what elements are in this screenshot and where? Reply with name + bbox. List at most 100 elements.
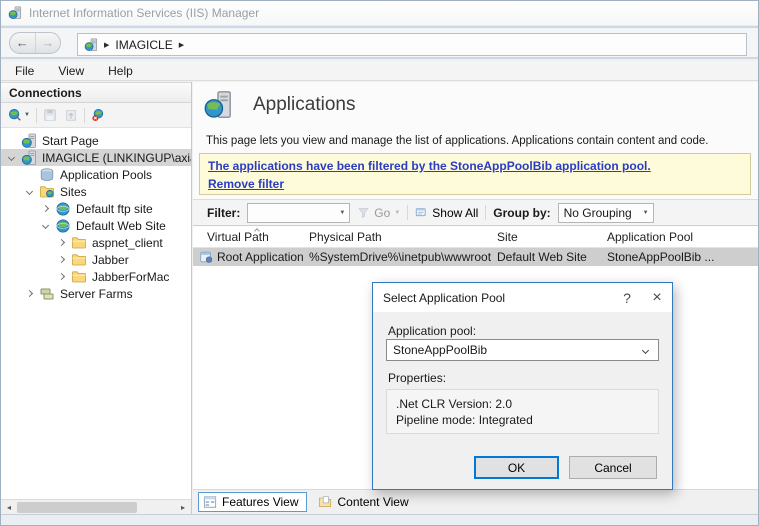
group-by-combo[interactable]: No Grouping ▼ bbox=[558, 203, 654, 223]
view-tabs-bar: Features View Content View bbox=[193, 489, 758, 514]
tree-item-label: Start Page bbox=[42, 134, 99, 148]
breadcrumb-root[interactable]: IMAGICLE bbox=[115, 38, 172, 52]
virtual-path-cell: Root Application bbox=[193, 250, 305, 264]
application-pool-label: Application pool: bbox=[388, 324, 476, 338]
tree-item-label: Server Farms bbox=[60, 287, 133, 301]
column-header-site[interactable]: Site bbox=[493, 230, 603, 244]
menu-help[interactable]: Help bbox=[108, 64, 133, 78]
clr-version-text: .Net CLR Version: 2.0 bbox=[396, 396, 658, 412]
tab-label: Features View bbox=[222, 495, 298, 509]
grouping-value: No Grouping bbox=[564, 206, 632, 220]
tree-item-start-page[interactable]: Start Page bbox=[1, 132, 191, 149]
dropdown-arrow-icon[interactable]: ▼ bbox=[643, 210, 649, 216]
close-icon[interactable]: × bbox=[642, 283, 672, 312]
column-header-application-pool[interactable]: Application Pool bbox=[603, 230, 758, 244]
forward-button[interactable]: → bbox=[35, 33, 61, 53]
tree-item-default-web-site[interactable]: Default Web Site bbox=[1, 217, 191, 234]
chevron-collapsed-icon[interactable] bbox=[42, 205, 49, 212]
edit-page-icon bbox=[64, 108, 78, 122]
chevron-right-icon[interactable]: ▶ bbox=[179, 41, 184, 49]
funnel-icon bbox=[357, 206, 370, 219]
scroll-left-icon[interactable]: ◂ bbox=[1, 503, 17, 512]
go-label: Go bbox=[374, 206, 390, 220]
physical-path-cell: %SystemDrive%\inetpub\wwwroot bbox=[305, 250, 493, 264]
navigation-bar: ← → ▶ IMAGICLE ▶ bbox=[1, 26, 758, 59]
window-title: Internet Information Services (IIS) Mana… bbox=[29, 6, 259, 20]
ok-button[interactable]: OK bbox=[474, 456, 559, 479]
tree-item-imagicle-server[interactable]: IMAGICLE (LINKINGUP\axians bbox=[1, 149, 191, 166]
tree-item-label: Application Pools bbox=[60, 168, 152, 182]
save-connections-button[interactable] bbox=[42, 107, 58, 123]
chevron-collapsed-icon[interactable] bbox=[26, 290, 33, 297]
application-pool-select[interactable]: StoneAppPoolBib bbox=[386, 339, 659, 361]
page-title: Applications bbox=[253, 94, 355, 116]
globe-delete-icon bbox=[91, 108, 105, 122]
chevron-expanded-icon[interactable] bbox=[26, 188, 33, 195]
dropdown-arrow-icon[interactable]: ▼ bbox=[339, 210, 345, 216]
address-bar[interactable]: ▶ IMAGICLE ▶ bbox=[77, 33, 747, 56]
pipeline-mode-text: Pipeline mode: Integrated bbox=[396, 412, 658, 428]
chevron-down-icon[interactable] bbox=[642, 346, 649, 353]
iis-app-icon bbox=[8, 6, 22, 20]
scroll-right-icon[interactable]: ▸ bbox=[175, 503, 191, 512]
application-pool-value: StoneAppPoolBib bbox=[393, 343, 643, 357]
toolbar-separator bbox=[407, 205, 408, 220]
tree-item-default-ftp-site[interactable]: Default ftp site bbox=[1, 200, 191, 217]
select-application-pool-dialog: Select Application Pool ? × Application … bbox=[372, 282, 673, 490]
chevron-right-icon: ▶ bbox=[104, 41, 109, 49]
application-pool-cell: StoneAppPoolBib ... bbox=[603, 250, 758, 264]
server-farms-icon bbox=[39, 286, 55, 302]
delete-connection-button[interactable] bbox=[90, 107, 106, 123]
remove-filter-link[interactable]: Remove filter bbox=[208, 175, 742, 193]
filter-label: Filter: bbox=[207, 206, 240, 220]
chevron-expanded-icon[interactable] bbox=[42, 222, 49, 229]
menu-view[interactable]: View bbox=[58, 64, 84, 78]
horizontal-scrollbar[interactable]: ◂ ▸ bbox=[1, 499, 191, 514]
application-icon bbox=[199, 250, 213, 264]
help-button[interactable]: ? bbox=[612, 283, 642, 312]
tree-item-application-pools[interactable]: Application Pools bbox=[1, 166, 191, 183]
toolbar-separator bbox=[485, 205, 486, 220]
tab-content-view[interactable]: Content View bbox=[313, 492, 417, 512]
site-cell: Default Web Site bbox=[493, 250, 603, 264]
connections-tree: Start Page IMAGICLE (LINKINGUP\axians Ap… bbox=[1, 128, 191, 499]
title-bar: Internet Information Services (IIS) Mana… bbox=[1, 1, 758, 26]
tree-item-jabberformac[interactable]: JabberForMac bbox=[1, 268, 191, 285]
chevron-expanded-icon[interactable] bbox=[8, 154, 15, 161]
filter-combo[interactable]: ▼ bbox=[247, 203, 350, 223]
chevron-collapsed-icon[interactable] bbox=[58, 273, 65, 280]
filter-input[interactable] bbox=[253, 205, 335, 221]
virtual-path-value: Root Application bbox=[217, 250, 304, 264]
applications-page-icon bbox=[203, 90, 233, 120]
menu-bar: File View Help bbox=[1, 61, 758, 81]
iis-manager-window: Internet Information Services (IIS) Mana… bbox=[0, 0, 759, 526]
scrollbar-thumb[interactable] bbox=[17, 502, 137, 513]
tree-item-server-farms[interactable]: Server Farms bbox=[1, 285, 191, 302]
menu-file[interactable]: File bbox=[15, 64, 34, 78]
nav-history-buttons: ← → bbox=[9, 32, 61, 54]
tab-features-view[interactable]: Features View bbox=[198, 492, 307, 512]
filtered-by-pool-link[interactable]: The applications have been filtered by t… bbox=[208, 157, 742, 175]
tree-item-aspnet-client[interactable]: aspnet_client bbox=[1, 234, 191, 251]
rename-button[interactable] bbox=[63, 107, 79, 123]
chevron-collapsed-icon[interactable] bbox=[58, 239, 65, 246]
table-header-row: Virtual Path Physical Path Site Applicat… bbox=[193, 227, 758, 248]
tree-item-sites[interactable]: Sites bbox=[1, 183, 191, 200]
go-button[interactable]: Go ▼ bbox=[357, 206, 400, 220]
tree-item-jabber[interactable]: Jabber bbox=[1, 251, 191, 268]
show-all-icon bbox=[415, 206, 428, 219]
column-header-physical-path[interactable]: Physical Path bbox=[305, 230, 493, 244]
dialog-title: Select Application Pool bbox=[383, 291, 612, 305]
floppy-disk-icon bbox=[43, 108, 57, 122]
connect-globe-icon bbox=[8, 108, 22, 122]
properties-box: .Net CLR Version: 2.0 Pipeline mode: Int… bbox=[386, 389, 659, 434]
table-row-root-application[interactable]: Root Application %SystemDrive%\inetpub\w… bbox=[193, 248, 758, 266]
filter-toolbar: Filter: ▼ Go ▼ Show All Group by: bbox=[193, 199, 758, 226]
column-header-virtual-path[interactable]: Virtual Path bbox=[193, 230, 305, 244]
show-all-button[interactable]: Show All bbox=[415, 206, 478, 220]
features-view-icon bbox=[203, 495, 217, 509]
cancel-button[interactable]: Cancel bbox=[569, 456, 657, 479]
back-button[interactable]: ← bbox=[10, 33, 35, 53]
chevron-collapsed-icon[interactable] bbox=[58, 256, 65, 263]
create-connection-button[interactable]: ▼ bbox=[7, 107, 31, 123]
